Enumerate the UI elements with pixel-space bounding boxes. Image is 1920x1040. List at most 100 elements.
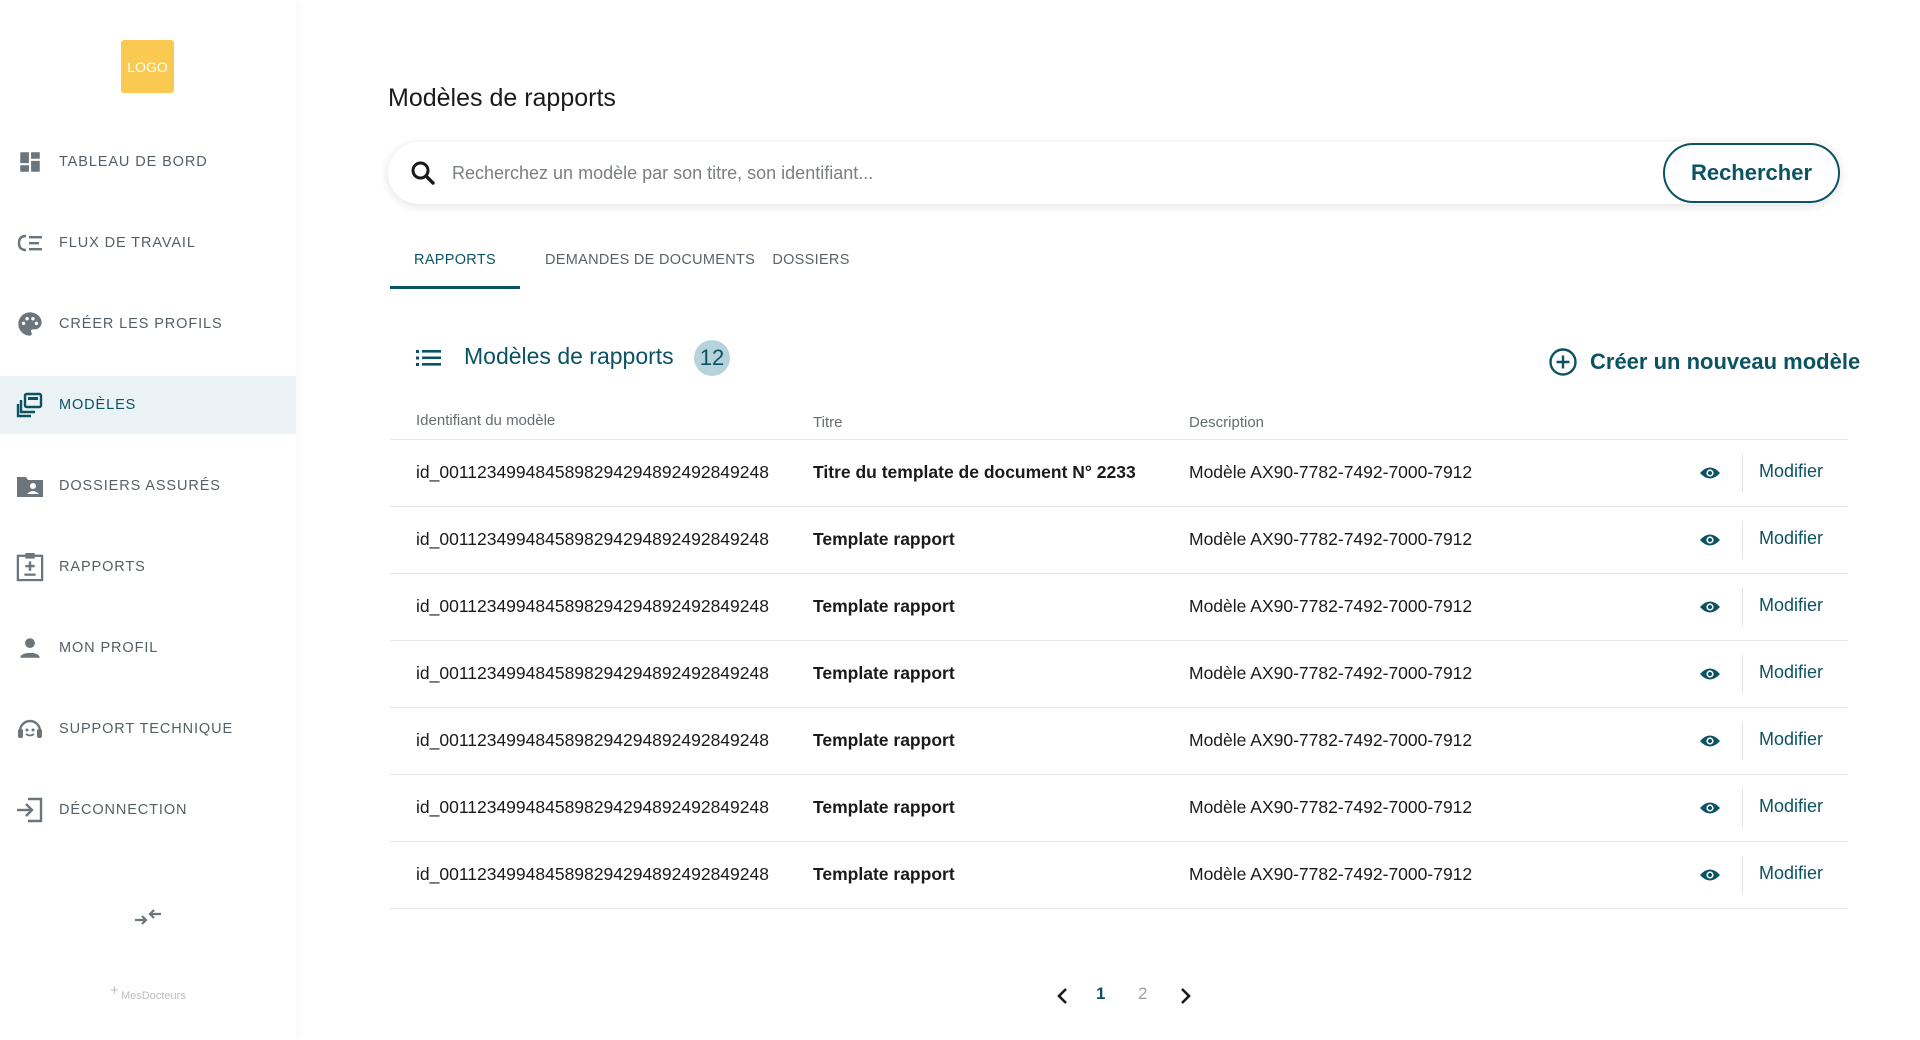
- sidebar-item-templates[interactable]: MODÈLES: [0, 376, 296, 434]
- person-icon: [16, 634, 44, 662]
- sidebar: LOGO TABLEAU DE BORD FLUX DE TRAVAIL CRÉ…: [0, 0, 296, 1040]
- eye-icon[interactable]: [1699, 800, 1721, 816]
- divider: [1742, 521, 1743, 559]
- row-title: Template rapport: [813, 596, 955, 616]
- row-id: id_0011234994845898294294892492849248: [416, 730, 769, 750]
- templates-icon: [16, 391, 44, 419]
- modify-link[interactable]: Modifier: [1759, 461, 1823, 482]
- search-input[interactable]: [452, 154, 1552, 192]
- modify-link[interactable]: Modifier: [1759, 662, 1823, 683]
- row-description: Modèle AX90-7782-7492-7000-7912: [1189, 462, 1473, 482]
- table-row: id_0011234994845898294294892492849248 Te…: [390, 641, 1848, 708]
- row-description: Modèle AX90-7782-7492-7000-7912: [1189, 596, 1473, 616]
- table-row: id_001123499484589829429489249284924​8 T…: [390, 440, 1848, 507]
- logo[interactable]: LOGO: [121, 40, 174, 93]
- sidebar-item-label: TABLEAU DE BORD: [59, 154, 208, 170]
- sidebar-item-my-profile[interactable]: MON PROFIL: [0, 619, 296, 677]
- row-description: Modèle AX90-7782-7492-7000-7912: [1189, 797, 1473, 817]
- sidebar-item-label: CRÉER LES PROFILS: [59, 316, 223, 332]
- page-title: Modèles de rapports: [388, 84, 616, 112]
- row-id: id_0011234994845898294294892492849248: [416, 529, 769, 549]
- table-row: id_0011234994845898294294892492849248 Te…: [390, 775, 1848, 842]
- sidebar-item-label: SUPPORT TECHNIQUE: [59, 721, 234, 737]
- divider: [1742, 856, 1743, 894]
- row-id: id_0011234994845898294294892492849248: [416, 663, 769, 683]
- create-template-label: Créer un nouveau modèle: [1590, 349, 1861, 374]
- divider: [1742, 789, 1743, 827]
- section-title: Modèles de rapports: [464, 343, 674, 369]
- tab-folders[interactable]: DOSSIERS: [768, 245, 854, 289]
- row-title: Template rapport: [813, 864, 955, 884]
- row-description: Modèle AX90-7782-7492-7000-7912: [1189, 730, 1473, 750]
- search-button[interactable]: Rechercher: [1663, 143, 1840, 203]
- column-header-id: Identifiant du modèle: [416, 412, 556, 429]
- eye-icon[interactable]: [1699, 599, 1721, 615]
- search-icon: [410, 160, 436, 186]
- page-1-button[interactable]: 1: [1096, 984, 1105, 1004]
- logout-icon: [16, 796, 44, 824]
- support-icon: [16, 715, 44, 743]
- eye-icon[interactable]: [1699, 666, 1721, 682]
- sidebar-item-create-profiles[interactable]: CRÉER LES PROFILS: [0, 295, 296, 353]
- row-title: Template rapport: [813, 797, 955, 817]
- sidebar-item-label: FLUX DE TRAVAIL: [59, 235, 196, 251]
- row-id: id_0011234994845898294294892492849248: [416, 797, 769, 817]
- brand-plus: +: [110, 982, 119, 999]
- sidebar-item-logout[interactable]: DÉCONNECTION: [0, 781, 296, 839]
- next-page-icon[interactable]: [1176, 985, 1194, 1007]
- previous-page-icon[interactable]: [1054, 985, 1072, 1007]
- sidebar-item-insured-folders[interactable]: DOSSIERS ASSURÉS: [0, 457, 296, 515]
- table-row: id_0011234994845898294294892492849248 Te…: [390, 574, 1848, 641]
- collapse-sidebar-icon[interactable]: [131, 904, 165, 930]
- count-badge: 12: [694, 340, 730, 376]
- sidebar-item-label: DÉCONNECTION: [59, 802, 188, 818]
- divider: [1742, 588, 1743, 626]
- row-description: Modèle AX90-7782-7492-7000-7912: [1189, 864, 1473, 884]
- report-icon: [16, 553, 44, 582]
- eye-icon[interactable]: [1699, 733, 1721, 749]
- modify-link[interactable]: Modifier: [1759, 595, 1823, 616]
- sidebar-item-label: RAPPORTS: [59, 559, 146, 575]
- divider: [1742, 655, 1743, 693]
- table-row: id_0011234994845898294294892492849248 Te…: [390, 708, 1848, 775]
- row-id: id_0011234994845898294294892492849248: [416, 864, 769, 884]
- modify-link[interactable]: Modifier: [1759, 729, 1823, 750]
- tab-reports[interactable]: RAPPORTS: [390, 245, 520, 289]
- sidebar-item-dashboard[interactable]: TABLEAU DE BORD: [0, 133, 296, 191]
- divider: [1742, 454, 1743, 492]
- eye-icon[interactable]: [1699, 532, 1721, 548]
- column-header-description: Description: [1189, 414, 1265, 431]
- divider: [1742, 722, 1743, 760]
- row-id: id_001123499484589829429489249284924​8: [416, 462, 769, 482]
- sidebar-item-workflow[interactable]: FLUX DE TRAVAIL: [0, 214, 296, 272]
- table-row: id_0011234994845898294294892492849248 Te…: [390, 842, 1848, 909]
- row-id: id_0011234994845898294294892492849248: [416, 596, 769, 616]
- eye-icon[interactable]: [1699, 465, 1721, 481]
- row-title: Titre du template de document N° 2233: [813, 462, 1136, 482]
- brand-name: MesDocteurs: [121, 990, 186, 1002]
- sidebar-item-label: MON PROFIL: [59, 640, 159, 656]
- list-icon: [416, 348, 442, 370]
- column-header-title: Titre: [813, 414, 843, 431]
- create-template-button[interactable]: Créer un nouveau modèle: [1548, 345, 1860, 379]
- page-2-button[interactable]: 2: [1138, 984, 1147, 1004]
- row-description: Modèle AX90-7782-7492-7000-7912: [1189, 529, 1473, 549]
- row-title: Template rapport: [813, 730, 955, 750]
- modify-link[interactable]: Modifier: [1759, 796, 1823, 817]
- modify-link[interactable]: Modifier: [1759, 528, 1823, 549]
- sidebar-item-label: MODÈLES: [59, 397, 137, 413]
- add-circle-icon: [1548, 347, 1578, 377]
- dashboard-icon: [16, 148, 44, 176]
- eye-icon[interactable]: [1699, 867, 1721, 883]
- modify-link[interactable]: Modifier: [1759, 863, 1823, 884]
- sidebar-item-label: DOSSIERS ASSURÉS: [59, 478, 221, 494]
- palette-icon: [16, 310, 44, 338]
- tab-document-requests[interactable]: DEMANDES DE DOCUMENTS: [545, 245, 755, 289]
- table-row: id_0011234994845898294294892492849248 Te…: [390, 507, 1848, 574]
- folder-user-icon: [16, 472, 44, 500]
- sidebar-item-reports[interactable]: RAPPORTS: [0, 538, 296, 596]
- sidebar-item-support[interactable]: SUPPORT TECHNIQUE: [0, 700, 296, 758]
- row-title: Template rapport: [813, 663, 955, 683]
- table-header: Identifiant du modèle Titre Description: [390, 404, 1848, 440]
- row-description: Modèle AX90-7782-7492-7000-7912: [1189, 663, 1473, 683]
